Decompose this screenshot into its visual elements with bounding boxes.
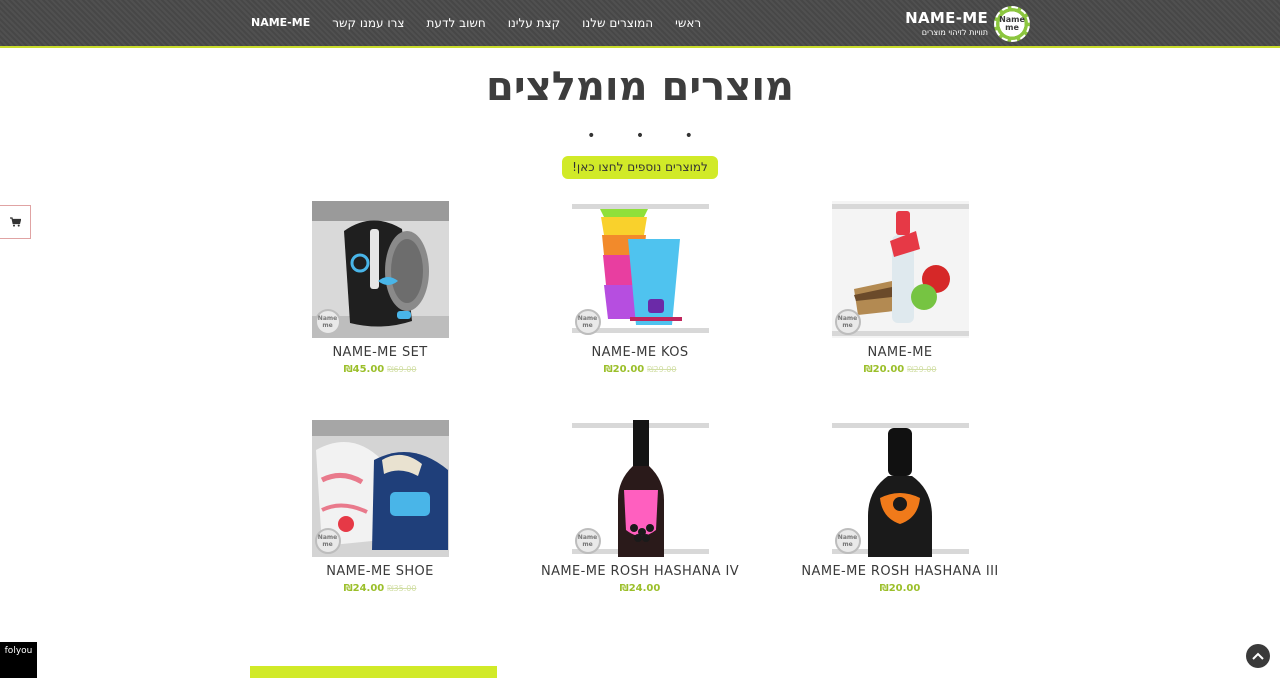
product-name[interactable]: NAME-ME ROSH HASHANA IV bbox=[520, 564, 760, 579]
product-image[interactable]: Name me bbox=[831, 201, 969, 338]
logo-badge-icon: Name me bbox=[994, 6, 1030, 42]
product-image[interactable]: Name me bbox=[311, 420, 449, 557]
nav-item-products[interactable]: המוצרים שלנו bbox=[571, 0, 664, 46]
product-card[interactable]: Name me NAME-ME ₪20.00 ₪29.00 bbox=[780, 201, 1020, 375]
nav-item-important[interactable]: חשוב לדעת bbox=[416, 0, 497, 46]
product-card[interactable]: Name me NAME-ME SHOE ₪24.00 ₪35.00 bbox=[260, 420, 500, 594]
product-card[interactable]: Name me NAME-ME ROSH HASHANA III ₪20.00 bbox=[780, 420, 1020, 594]
site-header: NAME-ME צרו עמנו קשר חשוב לדעת קצת עלינו… bbox=[0, 0, 1280, 48]
name-me-stamp-icon: Name me bbox=[574, 309, 601, 335]
cart-tab[interactable] bbox=[0, 205, 31, 239]
nav-item-home[interactable]: ראשי bbox=[664, 0, 712, 46]
nav-item-contact[interactable]: צרו עמנו קשר bbox=[321, 0, 415, 46]
product-image[interactable]: Name me bbox=[571, 420, 709, 557]
product-card[interactable]: Name me NAME-ME ROSH HASHANA IV ₪24.00 bbox=[520, 420, 760, 594]
product-image[interactable]: Name me bbox=[571, 201, 709, 338]
chevron-up-icon bbox=[1252, 652, 1264, 660]
product-name[interactable]: NAME-ME SHOE bbox=[260, 564, 500, 579]
logo-tagline: תוויות לזיהוי מוצרים bbox=[921, 28, 988, 37]
product-name[interactable]: NAME-ME KOS bbox=[520, 345, 760, 360]
title-divider-dots: • • • bbox=[587, 128, 711, 144]
main-nav: NAME-ME צרו עמנו קשר חשוב לדעת קצת עלינו… bbox=[240, 0, 712, 46]
product-name[interactable]: NAME-ME ROSH HASHANA III bbox=[780, 564, 1020, 579]
name-me-stamp-icon: Name me bbox=[314, 309, 341, 335]
name-me-stamp-icon: Name me bbox=[834, 528, 861, 554]
footer-accent-bar bbox=[250, 666, 497, 678]
scroll-to-top-button[interactable] bbox=[1246, 644, 1270, 668]
product-name[interactable]: NAME-ME bbox=[780, 345, 1020, 360]
logo-text: NAME-ME תוויות לזיהוי מוצרים bbox=[905, 9, 988, 39]
product-price: ₪45.00 ₪69.00 bbox=[343, 364, 417, 375]
site-logo[interactable]: NAME-ME תוויות לזיהוי מוצרים Name me bbox=[905, 5, 1030, 43]
product-price: ₪20.00 bbox=[879, 583, 921, 594]
nav-item-about[interactable]: קצת עלינו bbox=[497, 0, 571, 46]
name-me-stamp-icon: Name me bbox=[314, 528, 341, 554]
product-image[interactable]: Name me bbox=[831, 420, 969, 557]
product-price: ₪20.00 ₪29.00 bbox=[603, 364, 677, 375]
product-card[interactable]: Name me NAME-ME SET ₪45.00 ₪69.00 bbox=[260, 201, 500, 375]
name-me-stamp-icon: Name me bbox=[834, 309, 861, 335]
more-products-button[interactable]: למוצרים נוספים לחצו כאן! bbox=[562, 156, 718, 179]
product-price: ₪24.00 ₪35.00 bbox=[343, 583, 417, 594]
product-price: ₪20.00 ₪29.00 bbox=[863, 364, 937, 375]
logo-name: NAME-ME bbox=[905, 9, 988, 27]
cart-icon bbox=[9, 217, 21, 227]
product-price: ₪24.00 bbox=[619, 583, 661, 594]
product-image[interactable]: Name me bbox=[311, 201, 449, 338]
folyou-badge[interactable]: folyou bbox=[0, 642, 37, 678]
product-card[interactable]: Name me NAME-ME KOS ₪20.00 ₪29.00 bbox=[520, 201, 760, 375]
page-title: מוצרים מומלצים bbox=[486, 64, 794, 110]
nav-item-name-me[interactable]: NAME-ME bbox=[240, 0, 321, 46]
product-name[interactable]: NAME-ME SET bbox=[260, 345, 500, 360]
name-me-stamp-icon: Name me bbox=[574, 528, 601, 554]
